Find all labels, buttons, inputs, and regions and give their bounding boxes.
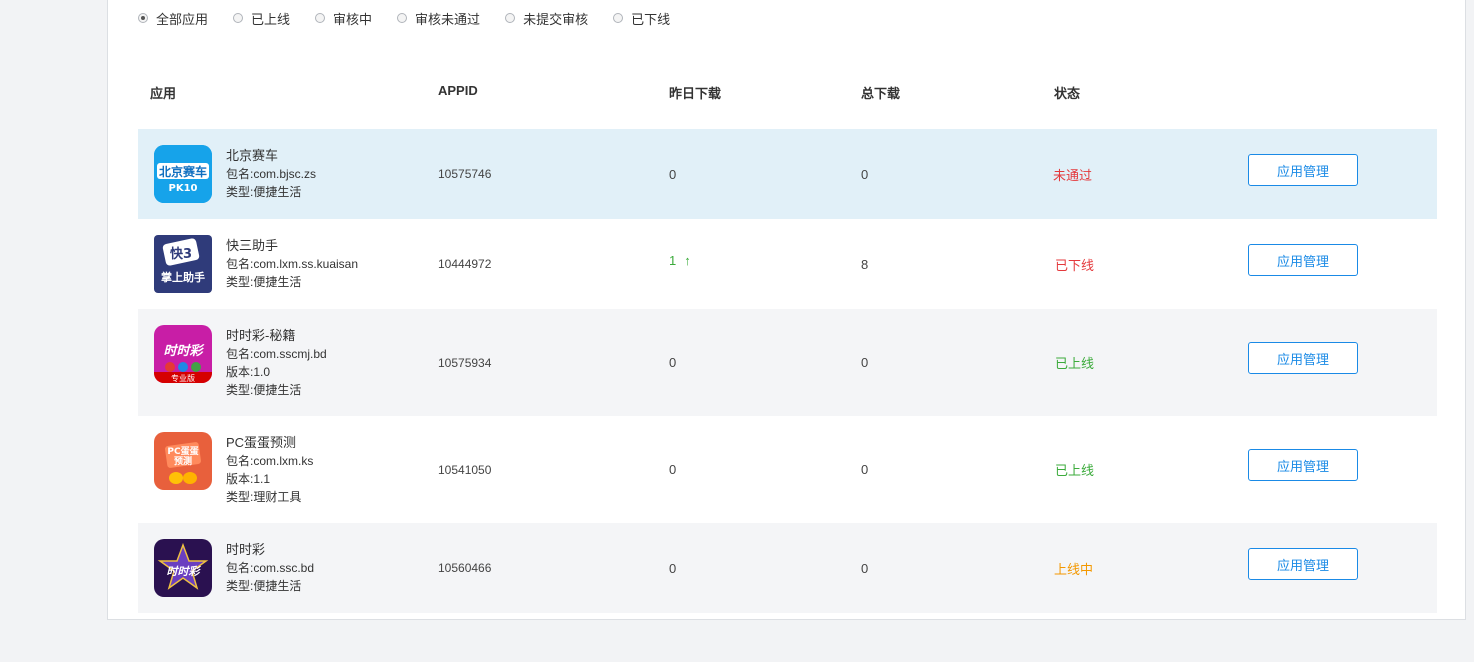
table-row: PC蛋蛋 预测 PC蛋蛋预测 包名:com.lxm.ks 版本:1.1 类型:理… bbox=[138, 416, 1437, 523]
radio-icon bbox=[315, 13, 326, 23]
yesterday-downloads: 0 bbox=[669, 462, 677, 477]
app-manage-button[interactable]: 应用管理 bbox=[1248, 548, 1358, 580]
yesterday-downloads: 0 bbox=[669, 355, 677, 370]
app-manage-button[interactable]: 应用管理 bbox=[1248, 244, 1358, 276]
radio-icon bbox=[613, 13, 624, 23]
app-info: 快三助手 包名:com.lxm.ss.kuaisan 类型:便捷生活 bbox=[226, 237, 358, 291]
filter-offline[interactable]: 已下线 bbox=[613, 9, 670, 28]
app-name[interactable]: 快三助手 bbox=[226, 237, 358, 255]
app-name[interactable]: 时时彩-秘籍 bbox=[226, 327, 327, 345]
table-row: 时时彩 时时彩 包名:com.ssc.bd 类型:便捷生活 10560466 0… bbox=[138, 523, 1437, 613]
total-downloads: 0 bbox=[861, 560, 869, 576]
svg-text:北京赛车: 北京赛车 bbox=[159, 164, 207, 179]
status-badge: 已上线 bbox=[1055, 463, 1095, 478]
svg-text:预测: 预测 bbox=[174, 455, 192, 467]
filter-unsubmitted[interactable]: 未提交审核 bbox=[505, 9, 588, 28]
app-info: 北京赛车 包名:com.bjsc.zs 类型:便捷生活 bbox=[226, 147, 316, 201]
status-badge: 上线中 bbox=[1054, 561, 1094, 577]
header-yesterday: 昨日下载 bbox=[669, 86, 722, 101]
svg-text:时时彩: 时时彩 bbox=[163, 343, 204, 359]
app-icon-pcdd: PC蛋蛋 预测 bbox=[154, 432, 212, 490]
app-info: 时时彩 包名:com.ssc.bd 类型:便捷生活 bbox=[226, 541, 314, 595]
app-type: 类型:便捷生活 bbox=[226, 383, 302, 397]
svg-text:掌上助手: 掌上助手 bbox=[161, 270, 205, 284]
app-info: 时时彩-秘籍 包名:com.sscmj.bd 版本:1.0 类型:便捷生活 bbox=[226, 327, 327, 399]
total-downloads: 8 bbox=[861, 256, 869, 272]
yesterday-downloads: 0 bbox=[669, 560, 677, 576]
status-filter-group: 全部应用 已上线 审核中 审核未通过 未提交审核 已下线 bbox=[138, 8, 695, 28]
app-version: 版本:1.0 bbox=[226, 365, 271, 379]
racing-logo-icon: 北京赛车 PK10 bbox=[154, 145, 212, 203]
header-total: 总下载 bbox=[861, 86, 901, 101]
app-type: 类型:便捷生活 bbox=[226, 275, 302, 289]
total-downloads: 0 bbox=[861, 355, 869, 370]
status-badge: 已下线 bbox=[1055, 257, 1095, 273]
dice-logo-icon: 快3 掌上助手 bbox=[154, 235, 212, 293]
app-icon-ssc: 时时彩 bbox=[154, 539, 212, 597]
svg-text:专业版: 专业版 bbox=[171, 373, 195, 383]
svg-text:PK10: PK10 bbox=[169, 183, 198, 194]
svg-text:时时彩: 时时彩 bbox=[167, 565, 202, 578]
app-package: 包名:com.sscmj.bd bbox=[226, 347, 327, 361]
table-row: 快3 掌上助手 快三助手 包名:com.lxm.ss.kuaisan 类型:便捷… bbox=[138, 219, 1437, 309]
header-status: 状态 bbox=[1054, 86, 1081, 101]
app-type: 类型:便捷生活 bbox=[226, 185, 302, 199]
app-manage-button[interactable]: 应用管理 bbox=[1248, 342, 1358, 374]
app-appid: 10575934 bbox=[438, 355, 492, 370]
app-appid: 10444972 bbox=[438, 257, 492, 271]
lottery-logo-icon: 时时彩 专业版 bbox=[154, 325, 212, 383]
status-badge: 未通过 bbox=[1053, 167, 1093, 183]
app-icon-bjsc: 北京赛车 PK10 bbox=[154, 145, 212, 203]
app-package: 包名:com.ssc.bd bbox=[226, 561, 315, 575]
yesterday-downloads: 0 bbox=[669, 166, 677, 182]
app-icon-sscmj: 时时彩 专业版 bbox=[154, 325, 212, 383]
app-info: PC蛋蛋预测 包名:com.lxm.ks 版本:1.1 类型:理财工具 bbox=[226, 434, 313, 506]
app-appid: 10575746 bbox=[438, 167, 492, 181]
filter-all[interactable]: 全部应用 bbox=[138, 9, 208, 28]
header-appid: APPID bbox=[438, 83, 478, 98]
app-type: 类型:理财工具 bbox=[226, 490, 302, 504]
filter-online[interactable]: 已上线 bbox=[233, 9, 290, 28]
app-appid: 10560466 bbox=[438, 561, 492, 575]
app-version: 版本:1.1 bbox=[226, 472, 271, 486]
app-appid: 10541050 bbox=[438, 462, 492, 477]
radio-icon bbox=[233, 13, 244, 23]
star-logo-icon: 时时彩 bbox=[154, 539, 212, 597]
table-row: 北京赛车 PK10 北京赛车 包名:com.bjsc.zs 类型:便捷生活 10… bbox=[138, 129, 1437, 219]
table-header: 应用 APPID 昨日下载 总下载 状态 bbox=[138, 76, 1437, 108]
radio-icon bbox=[397, 13, 408, 23]
svg-text:快3: 快3 bbox=[170, 246, 192, 262]
filter-reviewing[interactable]: 审核中 bbox=[315, 9, 372, 28]
app-manage-button[interactable]: 应用管理 bbox=[1248, 154, 1358, 186]
yesterday-downloads: 1 ↑ bbox=[669, 252, 691, 268]
total-downloads: 0 bbox=[861, 166, 869, 182]
radio-icon bbox=[505, 13, 516, 23]
arrow-up-icon: ↑ bbox=[684, 252, 691, 268]
app-icon-kuaisan: 快3 掌上助手 bbox=[154, 235, 212, 293]
app-package: 包名:com.lxm.ss.kuaisan bbox=[226, 257, 359, 271]
app-manage-button[interactable]: 应用管理 bbox=[1248, 449, 1358, 481]
app-name[interactable]: PC蛋蛋预测 bbox=[226, 434, 313, 452]
content-panel: 全部应用 已上线 审核中 审核未通过 未提交审核 已下线 应用 APPID 昨日… bbox=[107, 0, 1466, 620]
header-app: 应用 bbox=[150, 86, 177, 101]
app-package: 包名:com.bjsc.zs bbox=[226, 167, 317, 181]
total-downloads: 0 bbox=[861, 462, 869, 477]
app-package: 包名:com.lxm.ks bbox=[226, 454, 314, 468]
app-name[interactable]: 北京赛车 bbox=[226, 147, 316, 165]
status-badge: 已上线 bbox=[1055, 356, 1095, 371]
egg-logo-icon: PC蛋蛋 预测 bbox=[154, 432, 212, 490]
app-name[interactable]: 时时彩 bbox=[226, 541, 314, 559]
table-row: 时时彩 专业版 时时彩-秘籍 包名:com.sscmj.bd 版本:1.0 类型… bbox=[138, 309, 1437, 416]
radio-checked-icon bbox=[138, 13, 148, 23]
svg-text:PC蛋蛋: PC蛋蛋 bbox=[167, 446, 198, 457]
app-type: 类型:便捷生活 bbox=[226, 579, 302, 593]
filter-rejected[interactable]: 审核未通过 bbox=[397, 9, 480, 28]
